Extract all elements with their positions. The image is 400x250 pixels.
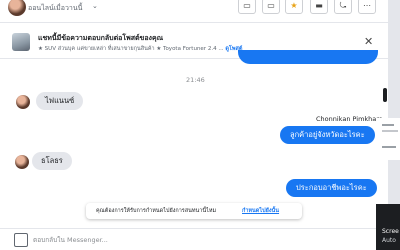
message-bubble-out: ลูกค้าอยู่จังหวัดอะไรคะ [280, 126, 375, 144]
window-label: Auto [382, 237, 396, 244]
more-button[interactable]: ⋯ [358, 0, 376, 14]
toolbar-button-1[interactable]: ▭ [238, 0, 256, 14]
message-bubble-out: ประกอบอาชีพอะไรคะ [286, 179, 377, 197]
scrollbar-thumb[interactable] [383, 88, 387, 102]
share-button[interactable]: ⤿ [334, 0, 352, 14]
toolbar-button-2[interactable]: ▭ [262, 0, 280, 14]
divider [382, 124, 394, 126]
message-bubble-in: ไฟแนนซ์ [36, 92, 84, 110]
message-timestamp: 21:46 [186, 76, 205, 84]
message-bubble-in: ธโลธร [32, 152, 72, 170]
chat-panel: ออนไลน์เมื่อวานนี้ ⌄ ▭ ▭ ★ ▬ ⤿ ⋯ แชทนี้ม… [0, 0, 388, 250]
notice-text: คุณต้องการให้รับการกำหนดไปยังการสนทนานี้… [96, 208, 217, 214]
message-bubble-partial [238, 50, 378, 64]
avatar[interactable] [8, 0, 26, 16]
side-window-dark[interactable]: Scree Auto [376, 204, 400, 250]
sender-name: Chonnikan Pimkham [316, 115, 383, 123]
window-label: Scree [382, 228, 399, 235]
assign-link[interactable]: กำหนดไปยังนั้น [242, 203, 279, 219]
assignment-notice: คุณต้องการให้รับการกำหนดไปยังการสนทนานี้… [86, 203, 302, 219]
divider [382, 130, 398, 132]
banner-title: แชทนี้มีข้อความตอบกลับต่อโพสต์ของคุณ [38, 34, 164, 42]
toolbar-button-4[interactable]: ▬ [310, 0, 328, 14]
reply-input[interactable] [33, 233, 333, 247]
page-avatar-icon [14, 233, 28, 247]
divider [382, 146, 396, 148]
avatar[interactable] [15, 155, 29, 169]
banner-post-text: ★ SUV ส่วนบุค แค่ขายเหล่า ที่เสนาขายกุนส… [38, 46, 224, 52]
star-button[interactable]: ★ [285, 0, 303, 14]
side-window-card[interactable] [376, 140, 400, 160]
chat-header: ออนไลน์เมื่อวานนี้ ⌄ ▭ ▭ ★ ▬ ⤿ ⋯ [0, 0, 388, 23]
banner-subtitle: ★ SUV ส่วนบุค แค่ขายเหล่า ที่เสนาขายกุนส… [38, 45, 242, 53]
compose-bar [0, 228, 388, 250]
close-icon[interactable]: ✕ [364, 35, 373, 48]
post-thumbnail[interactable] [12, 33, 30, 51]
avatar[interactable] [16, 95, 30, 109]
chevron-down-icon[interactable]: ⌄ [92, 2, 98, 10]
status-text: ออนไลน์เมื่อวานนี้ [28, 4, 83, 12]
